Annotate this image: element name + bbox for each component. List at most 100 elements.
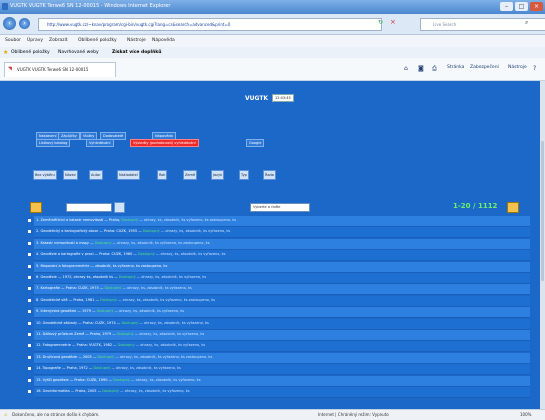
filter-type[interactable]: Typ	[239, 170, 249, 180]
result-title-link[interactable]: 11. Dálkový průzkum Země — Praha, 1979 —	[36, 332, 117, 336]
result-row[interactable]: 12. Fotogrammetrie — Praha: VÚGTK, 1982 …	[28, 341, 530, 353]
page-menu[interactable]: Stránka	[447, 65, 464, 70]
availability-badge: Dostupný	[142, 229, 160, 234]
refresh-icon[interactable]: ↻	[378, 19, 386, 28]
stop-icon[interactable]: ×	[390, 18, 398, 27]
query-input[interactable]	[66, 203, 112, 212]
back-button[interactable]: ‹	[3, 17, 16, 30]
result-title-link[interactable]: 15. Vyšší geodézie — Praha: ČÚZK, 1990 —	[36, 378, 113, 382]
filter-country[interactable]: Země	[183, 170, 198, 180]
filter-year[interactable]: Rok	[157, 170, 168, 180]
maximize-button[interactable]: □	[515, 2, 528, 11]
security-zone: Internet | Chráněný režim: Vypnuto	[318, 412, 389, 417]
feeds-icon[interactable]: ◙	[418, 65, 424, 72]
result-row[interactable]: 3. Katastr nemovitostí a mapy — Dostupný…	[28, 238, 530, 250]
holdings-text: — ohrazy, ks, zásobník, ks vyřazeno, ks …	[137, 218, 237, 222]
result-row[interactable]: 14. Topografie — Praha, 1972 — Dostupný …	[28, 364, 530, 376]
tab-vyhledavani[interactable]: Vyhledávání	[86, 139, 114, 147]
result-row[interactable]: 4. Geodézie a kartografie v praxi — Prah…	[28, 250, 530, 262]
result-title-link[interactable]: 16. Geoinformatika — Praha, 2005 —	[36, 389, 102, 393]
zoom-level[interactable]: 100%	[520, 412, 531, 417]
tab-google[interactable]: Google	[246, 139, 265, 147]
search-go-button[interactable]	[114, 202, 125, 213]
filter-author[interactable]: Autor	[89, 170, 103, 180]
favorite-suggested-sites[interactable]: Navrhované weby	[58, 50, 99, 55]
home-icon[interactable]: ⌂	[404, 65, 408, 72]
menu-help[interactable]: Nápověda	[152, 38, 175, 43]
result-row[interactable]: 6. Geodézie — 1972, ohrazy ks, zásobník …	[28, 273, 530, 284]
site-logo: VUGTK	[245, 95, 269, 102]
menu-view[interactable]: Zobrazit	[49, 38, 68, 43]
result-row[interactable]: 1. Zeměměřictví a katastr nemovitostí — …	[28, 216, 530, 227]
filter-language[interactable]: Jazyk	[211, 170, 225, 180]
help-icon[interactable]: ?	[533, 65, 536, 72]
result-row[interactable]: 10. Geodetické základy — Praha: ČÚZK, 19…	[28, 318, 530, 330]
scrollbar-thumb[interactable]	[541, 141, 544, 281]
result-title-link[interactable]: 2. Geodetický a kartografický obzor — Pr…	[36, 229, 143, 233]
vertical-scrollbar[interactable]	[540, 81, 545, 409]
filter-none[interactable]: Bez výběru	[33, 170, 57, 180]
tab-listkovy-katalog[interactable]: Lístkový katalog	[36, 139, 71, 147]
result-row[interactable]: 9. Inženýrská geodézie — 1979 — Dostupný…	[28, 307, 530, 319]
safety-menu[interactable]: Zabezpečení	[470, 65, 499, 70]
result-title-link[interactable]: 10. Geodetické základy — Praha: ČÚZK, 19…	[36, 321, 121, 325]
result-title-link[interactable]: 13. Družicová geodézie — 2005 —	[36, 355, 97, 359]
search-icon[interactable]: ⌕	[525, 19, 528, 27]
favorite-get-addons[interactable]: Získat více doplňků	[112, 50, 161, 55]
menu-edit[interactable]: Úpravy	[27, 38, 43, 43]
result-title-link[interactable]: 4. Geodézie a kartografie v praxi — Prah…	[36, 252, 138, 256]
warning-icon[interactable]: ⚠	[4, 412, 8, 417]
result-row[interactable]: 2. Geodetický a kartografický obzor — Pr…	[28, 227, 530, 239]
result-counter: 1-20 / 1112	[453, 202, 498, 210]
forward-button[interactable]: ›	[19, 18, 30, 29]
result-title-link[interactable]: 6. Geodézie — 1972, ohrazy ks, zásobník …	[36, 275, 119, 279]
availability-badge: Dostupný	[97, 354, 115, 359]
result-title-link[interactable]: 3. Katastr nemovitostí a mapy —	[36, 241, 95, 245]
result-row[interactable]: 16. Geoinformatika — Praha, 2005 — Dostu…	[28, 387, 530, 398]
result-text: 9. Inženýrská geodézie — 1979 — Dostupný…	[36, 309, 526, 313]
holdings-text: — ohrazy, ks, zásobník, ks vyřazeno, ks …	[114, 354, 213, 359]
result-row[interactable]: 13. Družicová geodézie — 2005 — Dostupný…	[28, 352, 530, 364]
top-tabs: Nastavení Zápůjčky Vložky Dodavatelé Náp…	[36, 132, 236, 140]
tools-menu[interactable]: Nástroje	[508, 65, 527, 70]
result-text: 5. Mapování a fotogrammetrie — zásobník,…	[36, 264, 526, 268]
sort-select[interactable]: Vyberte a řaďte	[250, 203, 310, 212]
availability-badge: Dostupný	[102, 389, 119, 393]
menu-tools[interactable]: Nástroje	[127, 38, 146, 43]
next-page-icon[interactable]	[507, 202, 519, 213]
menu-file[interactable]: Soubor	[5, 38, 21, 43]
browser-tab[interactable]: ◥ VUGTK VUGTK Terwe6 SN 12-00015	[4, 62, 116, 77]
filter-title[interactable]: Název	[63, 170, 78, 180]
result-row[interactable]: 8. Geodetické sítě — Praha, 1981 — Dostu…	[28, 295, 530, 307]
browser-tab-bar: ◥ VUGTK VUGTK Terwe6 SN 12-00015 ⌂ ◙ ⎙ S…	[0, 58, 545, 81]
tab-vysledky[interactable]: Výsledky (podrobnosti) vyhledávání	[130, 139, 199, 147]
bullet-icon	[28, 378, 31, 382]
result-row[interactable]: 15. Vyšší geodézie — Praha: ČÚZK, 1990 —…	[28, 375, 530, 387]
close-button[interactable]: ×	[530, 2, 543, 11]
result-text: 7. Kartografie — Praha: ČÚZK, 1975 — Dos…	[36, 286, 526, 290]
result-title-link[interactable]: 14. Topografie — Praha, 1972 —	[36, 366, 93, 370]
result-row[interactable]: 5. Mapování a fotogrammetrie — zásobník,…	[28, 261, 530, 273]
result-text: 2. Geodetický a kartografický obzor — Pr…	[36, 229, 526, 233]
result-title-link[interactable]: 8. Geodetické sítě — Praha, 1981 —	[36, 298, 100, 302]
result-title-link[interactable]: 9. Inženýrská geodézie — 1979 —	[36, 309, 97, 313]
result-title-link[interactable]: 12. Fotogrammetrie — Praha: VÚGTK, 1982 …	[36, 343, 118, 347]
result-title-link[interactable]: 5. Mapování a fotogrammetrie — zásobník,…	[36, 264, 167, 268]
print-icon[interactable]: ⎙	[432, 65, 437, 73]
result-title-link[interactable]: 1. Zeměměřictví a katastr nemovitostí — …	[36, 218, 121, 222]
result-row[interactable]: 11. Dálkový průzkum Země — Praha, 1979 —…	[28, 330, 530, 341]
favorites-label[interactable]: Oblíbené položky	[11, 50, 50, 55]
availability-badge: Dostupný	[138, 252, 155, 257]
url-input[interactable]: http://www.vugtk.cz/~knav/program/cgi-bi…	[38, 18, 382, 31]
menu-favorites[interactable]: Oblíbené položky	[78, 38, 117, 43]
availability-badge: Dostupný	[93, 366, 111, 371]
clock-display: 12:03:45	[272, 94, 294, 102]
minimize-button[interactable]: –	[500, 2, 513, 11]
result-title-link[interactable]: 7. Kartografie — Praha: ČÚZK, 1975 —	[36, 286, 104, 290]
holdings-text: — ohrazy, ks, zásobník, ks vyřazeno, ks	[138, 320, 209, 325]
export-icon[interactable]	[30, 202, 42, 213]
result-row[interactable]: 7. Kartografie — Praha: ČÚZK, 1975 — Dos…	[28, 284, 530, 296]
filter-publisher[interactable]: Nakladatel	[117, 170, 140, 180]
filter-series[interactable]: Řada	[263, 170, 276, 180]
bullet-icon	[28, 287, 31, 291]
